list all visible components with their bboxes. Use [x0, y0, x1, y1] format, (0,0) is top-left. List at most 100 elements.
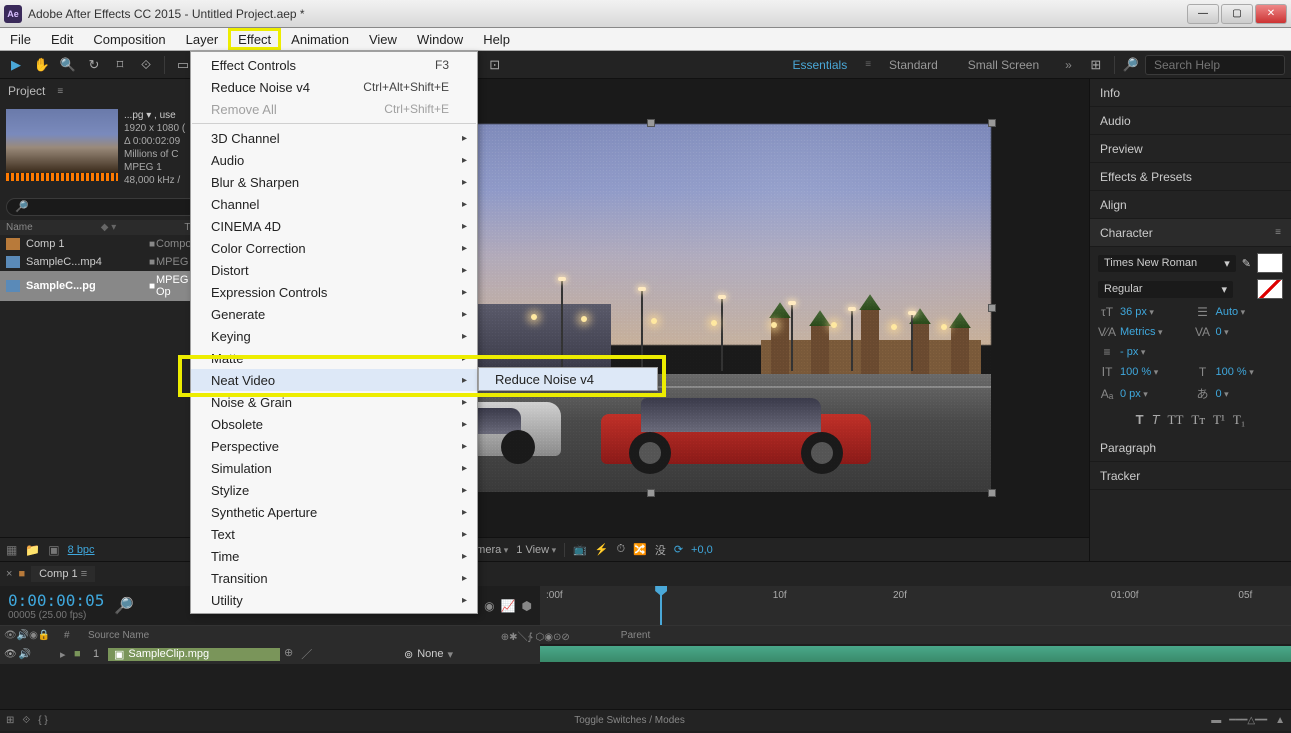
layer-video-toggle-icon[interactable]: 👁: [4, 649, 17, 660]
effect-category-distort[interactable]: Distort▸: [191, 259, 477, 281]
workspace-small-screen[interactable]: Small Screen: [956, 58, 1051, 72]
rotation-tool-icon[interactable]: ↻: [84, 55, 104, 75]
effect-category-stylize[interactable]: Stylize▸: [191, 479, 477, 501]
window-maximize-button[interactable]: ▢: [1221, 4, 1253, 24]
window-minimize-button[interactable]: —: [1187, 4, 1219, 24]
layer-audio-toggle-icon[interactable]: 🔊: [19, 649, 31, 660]
effect-category-synthetic-aperture[interactable]: Synthetic Aperture▸: [191, 501, 477, 523]
new-comp-icon[interactable]: ▣: [48, 543, 59, 557]
search-help-input[interactable]: [1145, 55, 1285, 75]
character-panel-tab[interactable]: Character≡: [1090, 219, 1291, 247]
layer-name[interactable]: ▣SampleClip.mpg: [108, 648, 280, 661]
menu-view[interactable]: View: [359, 28, 407, 50]
effect-menu-last-effect[interactable]: Reduce Noise v4Ctrl+Alt+Shift+E: [191, 76, 477, 98]
timeline-layer-1[interactable]: 👁🔊 ▸ ■ 1 ▣SampleClip.mpg ⊕ ／ ⊚ None ▾: [0, 644, 1291, 664]
smallcaps-button[interactable]: Tᴛ: [1191, 412, 1205, 428]
workspace-essentials[interactable]: Essentials: [781, 58, 860, 72]
current-time-indicator[interactable]: [660, 586, 662, 625]
workspace-options-icon[interactable]: ⊞: [1086, 55, 1106, 75]
snapping-options-icon[interactable]: ⊡: [485, 55, 505, 75]
menu-composition[interactable]: Composition: [83, 28, 175, 50]
parent-pickwhip-icon[interactable]: ⊚: [404, 648, 413, 661]
info-panel-tab[interactable]: Info: [1090, 79, 1291, 107]
effect-category-color-correction[interactable]: Color Correction▸: [191, 237, 477, 259]
character-menu-icon[interactable]: ≡: [1275, 227, 1281, 238]
window-close-button[interactable]: ✕: [1255, 4, 1287, 24]
zoom-slider[interactable]: ━━━△━━: [1229, 715, 1267, 726]
motion-blur-icon[interactable]: ◉: [484, 599, 494, 613]
camera-tool-icon[interactable]: ⌑: [110, 55, 130, 75]
pan-behind-tool-icon[interactable]: ⟐: [136, 55, 156, 75]
tracking-input[interactable]: 0: [1216, 326, 1229, 338]
effect-category-channel[interactable]: Channel▸: [191, 193, 477, 215]
project-bpc[interactable]: 8 bpc: [68, 544, 95, 556]
timeline-options-icon[interactable]: ⟐: [22, 715, 30, 726]
tsume-input[interactable]: 0: [1216, 388, 1229, 400]
leading-input[interactable]: Auto: [1216, 306, 1246, 318]
effect-category-transition[interactable]: Transition▸: [191, 567, 477, 589]
hscale-input[interactable]: 100 %: [1216, 366, 1254, 378]
effect-category-keying[interactable]: Keying▸: [191, 325, 477, 347]
effect-submenu-reduce-noise[interactable]: Reduce Noise v4: [479, 368, 657, 390]
layer-fx-switch[interactable]: ／: [301, 646, 312, 662]
parent-dropdown[interactable]: None: [417, 648, 443, 660]
align-panel-tab[interactable]: Align: [1090, 191, 1291, 219]
zoom-tool-icon[interactable]: 🔍: [58, 55, 78, 75]
effect-category-utility[interactable]: Utility▸: [191, 589, 477, 611]
timeline-tab-close-icon[interactable]: ×: [6, 568, 12, 580]
layer-duration-bar[interactable]: [540, 644, 1291, 664]
preview-panel-tab[interactable]: Preview: [1090, 135, 1291, 163]
pixel-aspect-icon[interactable]: 📺: [573, 543, 587, 556]
menu-help[interactable]: Help: [473, 28, 520, 50]
eyedropper-icon[interactable]: ✎: [1242, 257, 1251, 270]
effect-category-matte[interactable]: Matte▸: [191, 347, 477, 369]
audio-panel-tab[interactable]: Audio: [1090, 107, 1291, 135]
font-style-dropdown[interactable]: Regular▾: [1098, 281, 1233, 298]
menu-edit[interactable]: Edit: [41, 28, 83, 50]
menu-file[interactable]: File: [0, 28, 41, 50]
fast-preview-icon[interactable]: ⚡: [595, 543, 609, 556]
effect-category-time[interactable]: Time▸: [191, 545, 477, 567]
new-folder-icon[interactable]: 📁: [25, 543, 40, 557]
time-ruler[interactable]: :00f 10f 20f 01:00f 05f: [540, 586, 1291, 625]
project-tab[interactable]: Project≡: [0, 79, 212, 103]
effect-category-perspective[interactable]: Perspective▸: [191, 435, 477, 457]
tracker-panel-tab[interactable]: Tracker: [1090, 462, 1291, 490]
paragraph-panel-tab[interactable]: Paragraph: [1090, 434, 1291, 462]
toggle-switches-modes-button[interactable]: Toggle Switches / Modes: [56, 715, 1204, 726]
timeline-brackets-icon[interactable]: { }: [38, 715, 47, 726]
bold-button[interactable]: T: [1136, 412, 1144, 428]
effect-category-3d-channel[interactable]: 3D Channel▸: [191, 127, 477, 149]
views-dropdown[interactable]: 1 View: [516, 544, 556, 556]
timeline-toggle-icon[interactable]: ⊞: [6, 715, 14, 726]
project-menu-icon[interactable]: ≡: [57, 86, 63, 97]
fill-color-swatch[interactable]: [1257, 253, 1283, 273]
selection-tool-icon[interactable]: ▶: [6, 55, 26, 75]
effect-category-text[interactable]: Text▸: [191, 523, 477, 545]
font-family-dropdown[interactable]: Times New Roman▾: [1098, 255, 1236, 272]
timeline-search-icon[interactable]: 🔎: [114, 596, 134, 616]
effect-category-neat-video[interactable]: Neat Video▸: [191, 369, 477, 391]
effect-category-noise-grain[interactable]: Noise & Grain▸: [191, 391, 477, 413]
effect-category-expression-controls[interactable]: Expression Controls▸: [191, 281, 477, 303]
reset-exposure-icon[interactable]: ⟳: [674, 543, 683, 556]
effects-presets-panel-tab[interactable]: Effects & Presets: [1090, 163, 1291, 191]
effect-category-audio[interactable]: Audio▸: [191, 149, 477, 171]
menu-animation[interactable]: Animation: [281, 28, 359, 50]
project-item-sampleclip-mp4[interactable]: SampleC...mp4 ■ MPEG: [0, 253, 212, 271]
stroke-color-swatch[interactable]: [1257, 279, 1283, 299]
vscale-input[interactable]: 100 %: [1120, 366, 1158, 378]
effect-category-simulation[interactable]: Simulation▸: [191, 457, 477, 479]
current-time-display[interactable]: 0:00:00:05: [8, 591, 104, 610]
zoom-out-icon[interactable]: ▬: [1211, 715, 1221, 726]
italic-button[interactable]: T: [1152, 412, 1160, 428]
subscript-button[interactable]: T₁: [1233, 412, 1245, 428]
exposure-value[interactable]: +0,0: [691, 544, 713, 556]
effect-category-blur-sharpen[interactable]: Blur & Sharpen▸: [191, 171, 477, 193]
menu-effect[interactable]: Effect: [228, 28, 281, 50]
baseline-input[interactable]: 0 px: [1120, 388, 1148, 400]
timeline-icon[interactable]: ⏱: [617, 543, 626, 556]
effect-menu-effect-controls[interactable]: Effect ControlsF3: [191, 54, 477, 76]
brainstorm-icon[interactable]: ⬢: [522, 599, 532, 613]
stroke-width-input[interactable]: - px: [1120, 346, 1145, 358]
